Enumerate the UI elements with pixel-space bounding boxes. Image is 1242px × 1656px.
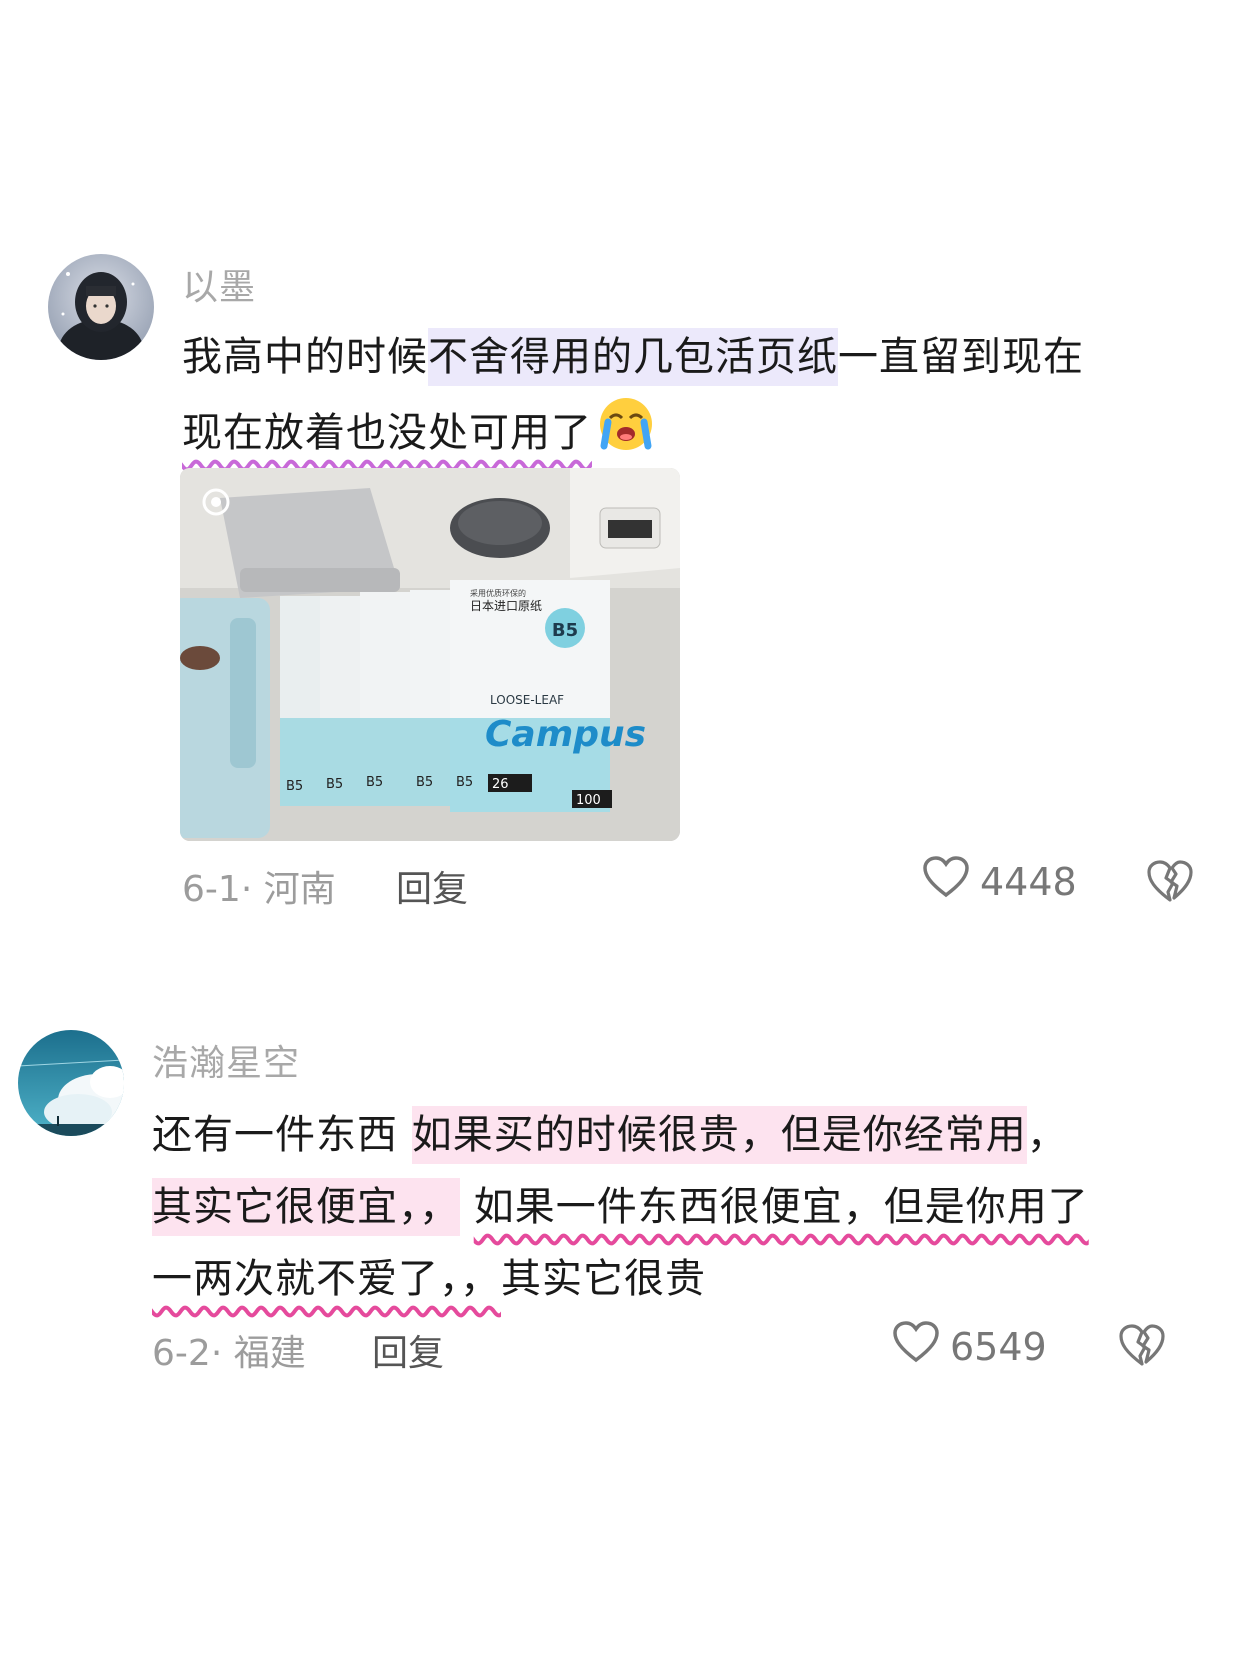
text-highlight: 不舍得用的几包活页纸: [428, 328, 838, 386]
meta-separator: ·: [210, 1333, 234, 1374]
svg-text:B5: B5: [552, 620, 578, 641]
svg-text:B5: B5: [416, 775, 433, 790]
username[interactable]: 浩瀚星空: [152, 1034, 300, 1086]
like-count: 6549: [950, 1324, 1047, 1369]
like-count: 4448: [980, 859, 1077, 904]
svg-text:26: 26: [492, 777, 509, 792]
svg-text:100: 100: [576, 793, 601, 808]
comment-meta: 6-1· 河南: [182, 860, 336, 912]
text-plain: 其实它很贵: [501, 1256, 706, 1302]
avatar[interactable]: [48, 254, 154, 360]
broken-heart-icon: [1146, 860, 1194, 908]
reply-button[interactable]: 回复: [396, 860, 468, 912]
like-button[interactable]: 4448: [922, 855, 1077, 908]
comment-text-line-2: 现在放着也没处可用了: [182, 396, 656, 462]
comment-location: 福建: [233, 1333, 306, 1374]
username[interactable]: 以墨: [182, 258, 256, 310]
comment-location: 河南: [263, 869, 336, 910]
svg-text:Campus: Campus: [485, 714, 646, 755]
avatar-image: [18, 1030, 124, 1136]
crying-face-icon: [596, 396, 656, 462]
text-plain: [460, 1184, 474, 1230]
text-underlined: 现在放着也没处可用了: [182, 410, 592, 456]
avatar[interactable]: [18, 1030, 124, 1136]
heart-icon: [892, 1320, 940, 1373]
text-wavy-underline: 一两次就不爱了，，: [152, 1256, 501, 1302]
heart-icon: [922, 855, 970, 908]
svg-text:采用优质环保的: 采用优质环保的: [470, 588, 526, 598]
comment-text-line-3: 一两次就不爱了，，其实它很贵: [152, 1246, 706, 1304]
text-plain: ，: [1026, 1112, 1068, 1158]
text-highlight: 如果买的时候很贵，但是你经常用: [411, 1106, 1027, 1164]
broken-heart-icon: [1118, 1324, 1166, 1372]
dislike-button[interactable]: [1146, 858, 1194, 908]
comment-text-line-1: 还有一件东西 如果买的时候很贵，但是你经常用，: [152, 1102, 1068, 1164]
reply-button[interactable]: 回复: [372, 1324, 444, 1376]
svg-text:B5: B5: [366, 775, 383, 790]
comment-date: 6-2: [152, 1333, 211, 1374]
avatar-image: [48, 254, 154, 360]
meta-separator: ·: [240, 869, 264, 910]
text-plain: 我高中的时候: [182, 334, 428, 380]
text-plain: 一直留到现在: [838, 334, 1084, 380]
text-highlight: 其实它很便宜，，: [152, 1178, 460, 1236]
svg-text:LOOSE-LEAF: LOOSE-LEAF: [490, 693, 564, 707]
comment-text-line-1: 我高中的时候不舍得用的几包活页纸一直留到现在: [182, 324, 1084, 386]
svg-text:B5: B5: [456, 775, 473, 790]
like-button[interactable]: 6549: [892, 1320, 1047, 1373]
text-plain: 还有一件东西: [152, 1112, 412, 1158]
svg-text:B5: B5: [326, 777, 343, 792]
svg-text:日本进口原纸: 日本进口原纸: [470, 599, 542, 613]
comment-meta: 6-2· 福建: [152, 1324, 306, 1376]
photo-content: B5 日本进口原纸 采用优质环保的 LOOSE-LEAF Campus 26 1…: [180, 468, 680, 841]
comment-text-line-2: 其实它很便宜，， 如果一件东西很便宜，但是你用了: [152, 1174, 1089, 1236]
comment-date: 6-1: [182, 869, 241, 910]
svg-text:B5: B5: [286, 779, 303, 794]
text-wavy-underline: 现在放着也没处可用了: [182, 398, 656, 456]
text-wavy-underline: 如果一件东西很便宜，但是你用了: [473, 1184, 1089, 1230]
attached-photo[interactable]: B5 日本进口原纸 采用优质环保的 LOOSE-LEAF Campus 26 1…: [180, 468, 680, 841]
dislike-button[interactable]: [1118, 1322, 1166, 1372]
